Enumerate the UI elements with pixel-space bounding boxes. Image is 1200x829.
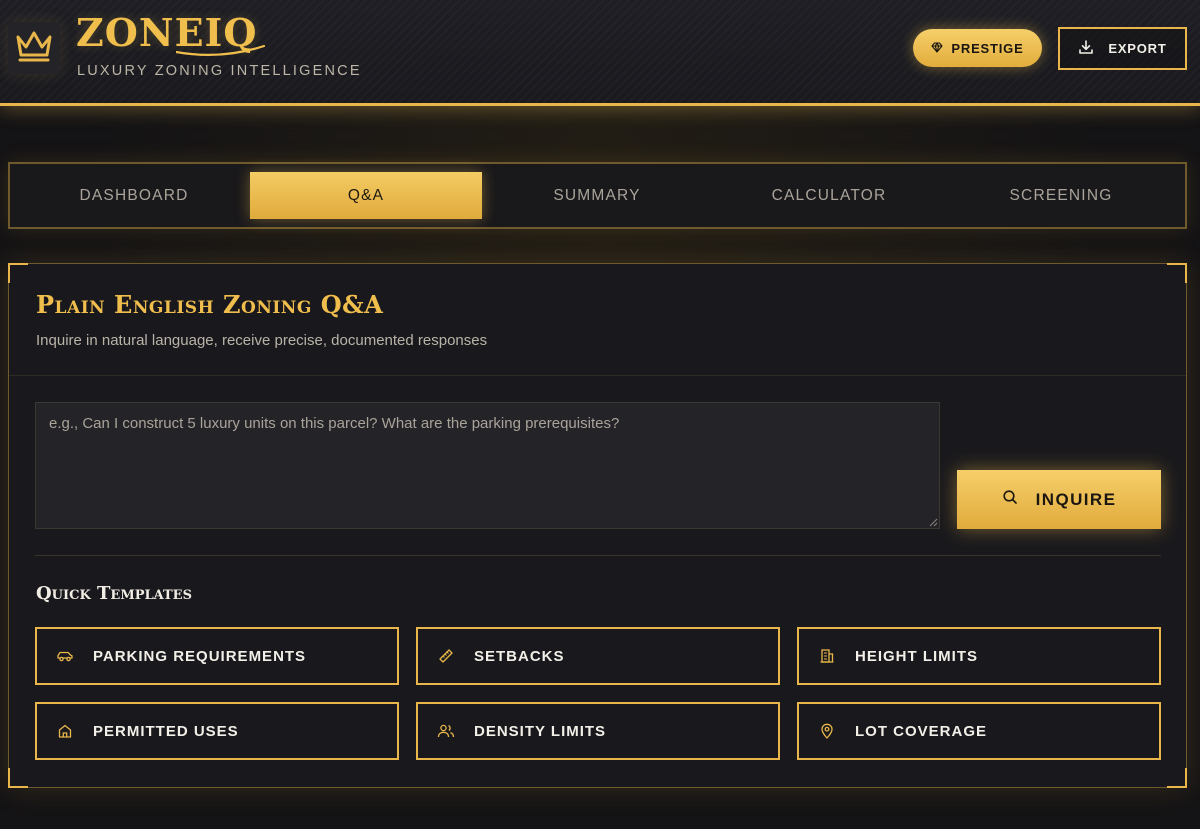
export-button[interactable]: EXPORT [1058, 27, 1187, 70]
prestige-button[interactable]: PRESTIGE [913, 29, 1042, 67]
resize-handle-icon[interactable] [929, 518, 938, 527]
users-icon [418, 723, 474, 739]
corner-accent [8, 768, 28, 788]
templates-heading: Quick Templates [36, 583, 192, 604]
corner-accent [1167, 768, 1187, 788]
tagline: LUXURY ZONING INTELLIGENCE [77, 63, 362, 79]
crown-icon [14, 29, 54, 67]
app-header: ZONEIQ LUXURY ZONING INTELLIGENCE PRESTI… [0, 0, 1200, 106]
template-height-limits[interactable]: HEIGHT LIMITS [797, 627, 1161, 685]
download-icon [1078, 39, 1094, 58]
template-label: PERMITTED USES [93, 722, 239, 740]
inquire-label: INQUIRE [1035, 489, 1117, 509]
brand-swoosh [176, 44, 266, 56]
building-icon [799, 648, 855, 664]
template-label: DENSITY LIMITS [474, 722, 607, 740]
tab-dashboard[interactable]: DASHBOARD [18, 172, 250, 219]
map-pin-icon [799, 723, 855, 739]
tab-screening[interactable]: SCREENING [945, 172, 1177, 219]
prestige-label: PRESTIGE [951, 40, 1024, 56]
home-icon [37, 723, 93, 739]
export-label: EXPORT [1108, 41, 1167, 56]
template-label: SETBACKS [474, 647, 565, 665]
template-lot-coverage[interactable]: LOT COVERAGE [797, 702, 1161, 760]
panel-header: Plain English Zoning Q&A Inquire in natu… [9, 264, 1186, 376]
diamond-icon [931, 41, 943, 56]
divider [35, 555, 1161, 556]
tab-summary[interactable]: SUMMARY [481, 172, 713, 219]
ruler-icon [418, 648, 474, 664]
panel-subtitle: Inquire in natural language, receive pre… [36, 332, 488, 349]
tab-calculator[interactable]: CALCULATOR [713, 172, 945, 219]
template-density-limits[interactable]: DENSITY LIMITS [416, 702, 780, 760]
qa-panel: Plain English Zoning Q&A Inquire in natu… [8, 263, 1187, 788]
template-permitted-uses[interactable]: PERMITTED USES [35, 702, 399, 760]
question-input[interactable] [35, 402, 940, 529]
template-label: HEIGHT LIMITS [855, 647, 978, 665]
template-label: PARKING REQUIREMENTS [93, 647, 307, 665]
logo [8, 22, 60, 74]
tab-qa[interactable]: Q&A [250, 172, 482, 219]
search-icon [1002, 489, 1018, 510]
tab-bar: DASHBOARD Q&A SUMMARY CALCULATOR SCREENI… [8, 162, 1187, 229]
inquire-button[interactable]: INQUIRE [957, 470, 1161, 529]
car-icon [37, 649, 93, 663]
panel-title: Plain English Zoning Q&A [36, 290, 384, 319]
template-label: LOT COVERAGE [855, 722, 988, 740]
template-parking-requirements[interactable]: PARKING REQUIREMENTS [35, 627, 399, 685]
template-setbacks[interactable]: SETBACKS [416, 627, 780, 685]
